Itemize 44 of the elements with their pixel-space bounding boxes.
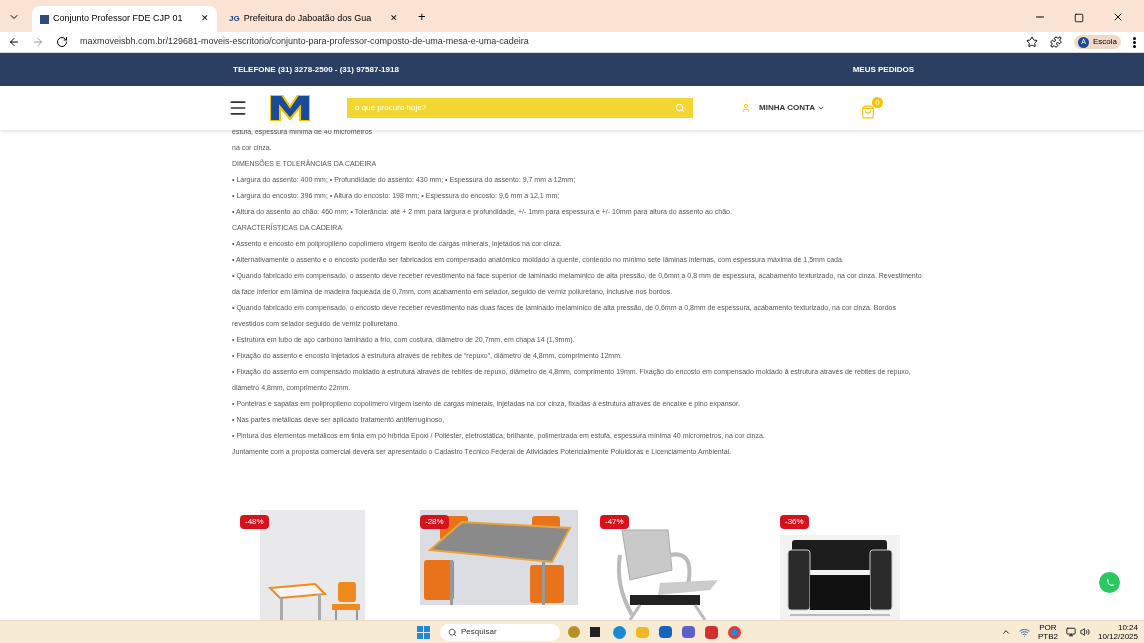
logo-icon[interactable] — [270, 95, 310, 121]
language-indicator[interactable]: POR PTB2 — [1037, 623, 1058, 641]
cart-count: 0 — [872, 97, 883, 108]
phone-icon — [1104, 577, 1115, 588]
favicon: JG — [229, 13, 240, 25]
browser-tab[interactable]: JG Prefeitura do Jaboatão dos Gua ✕ — [221, 6, 406, 32]
windows-start-icon[interactable] — [417, 625, 430, 639]
favicon-icon — [40, 14, 49, 24]
maximize-icon[interactable] — [1074, 13, 1084, 23]
chevron-down-icon[interactable] — [817, 104, 825, 112]
tab-title: Conjunto Professor FDE CJP 01 — [53, 12, 184, 26]
product-card[interactable]: -48% — [240, 510, 398, 620]
product-card[interactable]: -47% — [600, 510, 758, 620]
discount-badge: -28% — [420, 515, 449, 529]
discount-badge: -47% — [600, 515, 629, 529]
menu-dots-icon[interactable] — [1133, 36, 1136, 48]
back-icon[interactable] — [8, 36, 20, 48]
app-icon[interactable] — [705, 625, 718, 639]
account-menu[interactable]: MINHA CONTA — [759, 102, 815, 114]
product-card[interactable]: -28% — [420, 510, 578, 620]
new-tab-button[interactable]: + — [418, 6, 426, 26]
orders-link[interactable]: MEUS PEDIDOS — [852, 63, 914, 76]
reload-icon[interactable] — [56, 36, 68, 48]
network-icon[interactable] — [1018, 626, 1030, 638]
volume-icon[interactable] — [1079, 627, 1090, 637]
close-icon[interactable] — [1112, 11, 1124, 23]
tab-close[interactable]: ✕ — [201, 12, 209, 26]
product-card[interactable]: -36% — [780, 510, 938, 620]
phone-text: TELEFONE (31) 3278-2500 - (31) 97587-1918 — [233, 63, 399, 76]
address-bar[interactable]: maxmoveisbh.com.br/129681-moveis-escritorio/conjunto-para-professor-composto-de-uma-mesa-e-uma-cadeira — [80, 35, 1014, 49]
chevron-up-icon[interactable] — [1000, 627, 1011, 637]
display-icon[interactable] — [1065, 627, 1076, 637]
tab-title: Prefeitura do Jaboatão dos Gua — [243, 12, 373, 26]
discount-badge: -48% — [240, 515, 269, 529]
extensions-icon[interactable] — [1050, 36, 1062, 48]
tab-close[interactable]: ✕ — [390, 12, 398, 26]
browser-tab[interactable]: Conjunto Professor FDE CJP 01 ✕ — [32, 6, 217, 32]
search-icon — [448, 627, 457, 637]
chrome-icon[interactable] — [728, 625, 741, 639]
menu-icon[interactable] — [228, 98, 248, 118]
taskbar-search-field[interactable]: Pesquisar — [440, 623, 560, 641]
bookmark-icon[interactable] — [1026, 36, 1038, 48]
discount-badge: -36% — [780, 515, 809, 529]
clock[interactable]: 10:24 10/12/2025 — [1097, 623, 1138, 641]
